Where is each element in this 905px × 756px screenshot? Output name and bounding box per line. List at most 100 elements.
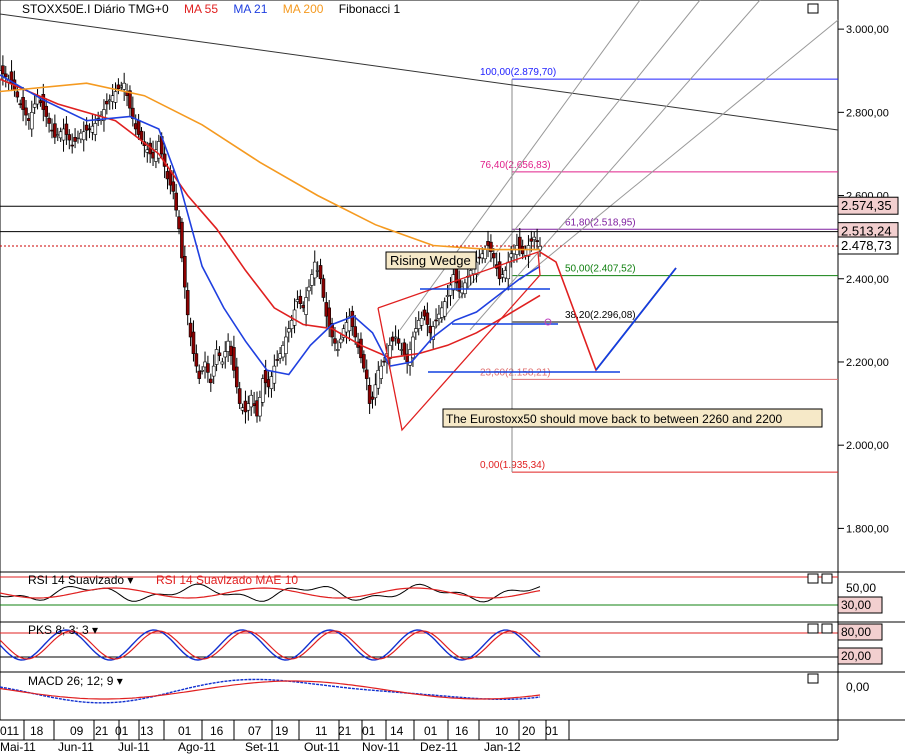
candle-body — [18, 103, 23, 106]
x-month-label: Jan-12 — [484, 740, 521, 754]
candle-body — [119, 85, 124, 88]
candle-body — [362, 354, 366, 369]
candle-body — [419, 317, 424, 326]
candle-body — [414, 328, 418, 333]
ma21-legend[interactable]: MA 21 — [233, 2, 267, 16]
candle-body — [24, 107, 28, 116]
candle-body — [338, 338, 343, 344]
candle-body — [333, 338, 337, 344]
symbol-label[interactable]: STOXX50E.I Diário TMG+0 — [22, 2, 169, 16]
candle-body — [295, 299, 300, 302]
candle-body — [382, 360, 386, 363]
candle-body — [209, 378, 213, 384]
candle-body — [364, 369, 369, 379]
ma200-legend[interactable]: MA 200 — [283, 2, 324, 16]
price-tag-label: 2.574,35 — [841, 198, 892, 213]
candle-body — [258, 397, 262, 417]
candle-body — [497, 261, 502, 280]
candle-body — [200, 369, 204, 372]
candle-body — [278, 353, 282, 359]
x-month-label: Ago-11 — [178, 740, 216, 754]
candle-body — [517, 236, 522, 250]
candle-body — [252, 403, 256, 406]
x-day-label: 14 — [390, 724, 404, 738]
x-month-label: Dez-11 — [420, 740, 458, 754]
pane-control-icon — [821, 573, 833, 584]
candle-body — [1, 65, 5, 75]
candle-body — [477, 256, 482, 259]
candle-body — [237, 388, 242, 404]
candle-body — [376, 369, 381, 389]
candle-body — [107, 99, 112, 102]
candle-body — [255, 400, 259, 417]
macd-tick-label: 0,00 — [846, 680, 870, 694]
candle-body — [402, 342, 407, 357]
candle-body — [260, 378, 265, 403]
candle-body — [70, 144, 74, 147]
fibonacci-label: 23,60(2.158,21) — [480, 367, 551, 378]
fibonacci-legend[interactable]: Fibonacci 1 — [339, 2, 400, 16]
candle-body — [174, 192, 178, 211]
candle-body — [506, 261, 511, 280]
x-month-label: Jun-11 — [58, 740, 94, 754]
candle-body — [246, 403, 251, 411]
candle-body — [390, 336, 395, 342]
candle-body — [289, 320, 294, 329]
candle-body — [445, 295, 450, 297]
candle-body — [243, 400, 248, 413]
candle-body — [379, 365, 383, 379]
candle-body — [272, 365, 277, 384]
candle-body — [203, 361, 207, 368]
candle-body — [344, 322, 349, 333]
candle-body — [113, 91, 118, 103]
candle-body — [217, 352, 222, 357]
x-day-label: 13 — [140, 724, 154, 738]
candle-body — [359, 338, 363, 359]
candle-body — [425, 312, 430, 325]
candle-body — [223, 351, 228, 358]
candle-body — [79, 132, 83, 140]
candle-body — [428, 325, 433, 334]
candle-body — [396, 338, 401, 344]
x-day-label: 01 — [545, 724, 559, 738]
candle-body — [61, 128, 66, 141]
candle-body — [399, 349, 404, 351]
candle-body — [232, 347, 236, 371]
candle-body — [437, 313, 441, 320]
candle-body — [486, 241, 490, 246]
x-month-label: Nov-11 — [362, 740, 400, 754]
candle-body — [44, 105, 49, 117]
ma55-legend[interactable]: MA 55 — [184, 2, 218, 16]
fibonacci-label: 50,00(2.407,52) — [565, 264, 636, 275]
candle-body — [367, 384, 372, 404]
chart-legend: STOXX50E.I Diário TMG+0 MA 55 MA 21 MA 2… — [22, 2, 412, 18]
y-tick-label: 2.200,00 — [846, 357, 889, 369]
candle-body — [29, 112, 34, 130]
candle-body — [21, 97, 25, 110]
price-tag-label: 2.513,24 — [841, 224, 892, 239]
x-day-label: 20 — [522, 724, 536, 738]
candle-body — [266, 379, 271, 388]
candle-body — [50, 129, 54, 132]
x-day-label: 19 — [275, 724, 289, 738]
candle-body — [84, 124, 89, 131]
candle-body — [327, 307, 331, 327]
x-month-label: Out-11 — [304, 740, 340, 754]
candle-body — [27, 118, 31, 121]
candle-body — [76, 136, 80, 139]
candle-body — [206, 363, 210, 373]
candle-body — [307, 286, 311, 292]
candle-body — [324, 302, 329, 317]
candle-body — [318, 265, 323, 280]
candle-body — [263, 369, 268, 384]
candle-body — [448, 284, 453, 296]
candle-body — [67, 134, 72, 141]
candle-body — [15, 91, 20, 98]
candle-body — [122, 82, 126, 90]
candle-body — [183, 255, 187, 288]
candle-body — [191, 331, 196, 354]
candle-body — [434, 319, 438, 322]
x-day-label: 07 — [248, 724, 262, 738]
candle-body — [151, 151, 155, 159]
candle-body — [32, 103, 37, 108]
